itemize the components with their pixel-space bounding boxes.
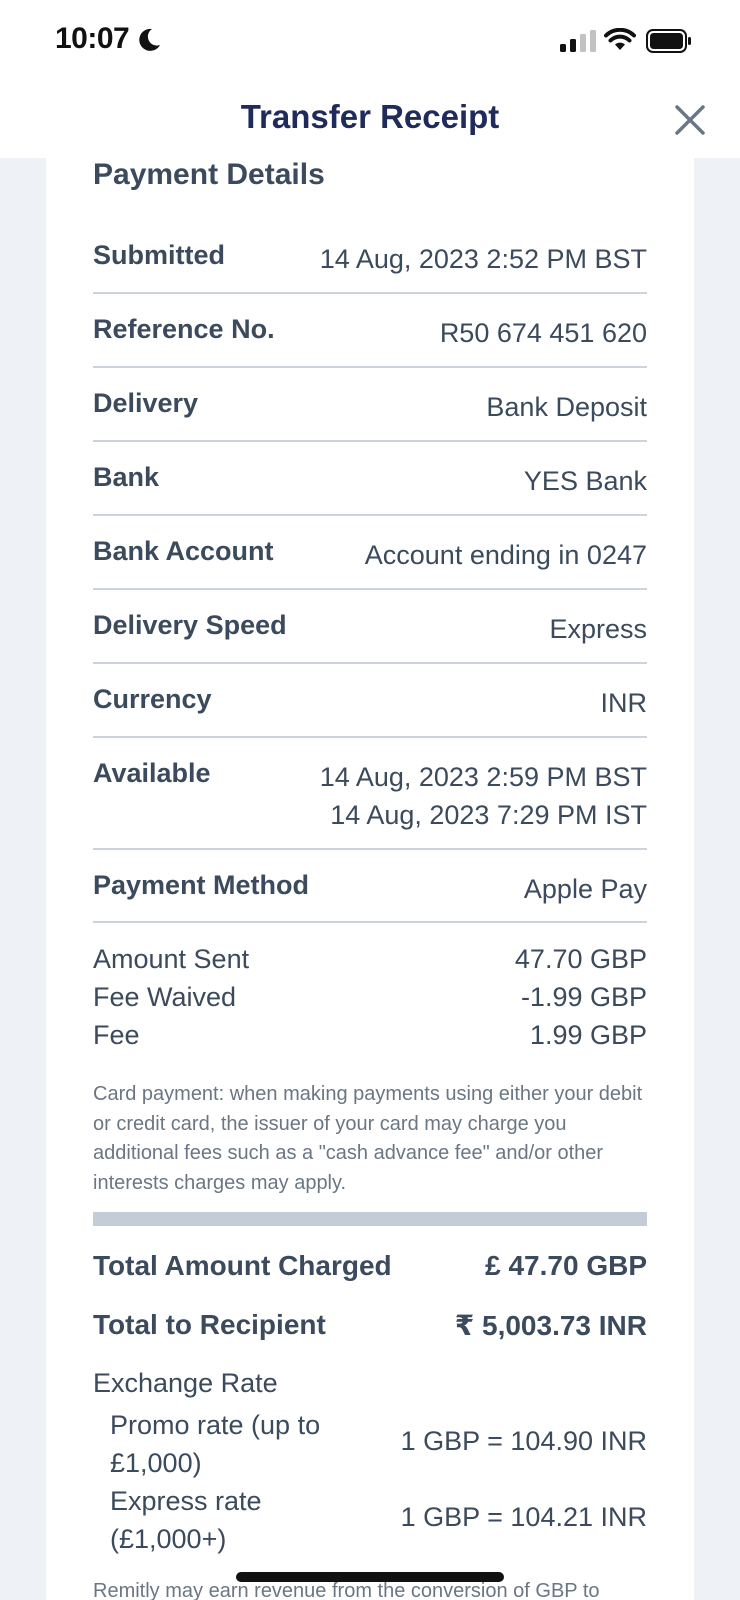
amount-label: Fee Waived bbox=[93, 982, 237, 1012]
detail-value: Account ending in 0247 bbox=[364, 540, 647, 570]
detail-value: 14 Aug, 2023 2:52 PM BST bbox=[319, 244, 647, 274]
wifi-icon bbox=[604, 28, 636, 50]
divider bbox=[93, 921, 647, 923]
total-recipient-value: ₹ 5,003.73 INR bbox=[454, 1310, 647, 1341]
divider bbox=[93, 588, 647, 590]
rate-label: Express rate (£1,000+) bbox=[110, 1486, 262, 1554]
divider bbox=[93, 662, 647, 664]
detail-value: Apple Pay bbox=[523, 874, 647, 904]
divider bbox=[93, 292, 647, 294]
divider bbox=[93, 366, 647, 368]
amount-row-fee-waived: Fee Waived -1.99 GBP bbox=[93, 982, 647, 1020]
detail-label: Currency bbox=[93, 684, 212, 714]
amount-row-sent: Amount Sent 47.70 GBP bbox=[93, 944, 647, 982]
detail-value: INR bbox=[600, 688, 648, 718]
amount-label: Fee bbox=[93, 1020, 140, 1050]
home-indicator[interactable] bbox=[236, 1572, 504, 1582]
status-time: 10:07 bbox=[55, 22, 130, 55]
detail-value: Express bbox=[549, 614, 647, 644]
amount-value: -1.99 GBP bbox=[520, 982, 647, 1012]
rate-value: 1 GBP = 104.90 INR bbox=[400, 1426, 647, 1456]
divider bbox=[93, 736, 647, 738]
battery-icon bbox=[646, 29, 691, 53]
detail-value: YES Bank bbox=[523, 466, 647, 496]
rate-label: Promo rate (up to £1,000) bbox=[110, 1410, 321, 1478]
detail-label: Delivery bbox=[93, 388, 199, 418]
section-divider bbox=[93, 1212, 647, 1226]
page-title: Transfer Receipt bbox=[240, 98, 500, 135]
amount-value: 1.99 GBP bbox=[529, 1020, 647, 1050]
divider bbox=[93, 514, 647, 516]
detail-label: Submitted bbox=[93, 240, 225, 270]
detail-label: Available bbox=[93, 758, 211, 788]
status-bar: 10:07 bbox=[0, 0, 740, 84]
detail-label: Bank bbox=[93, 462, 160, 492]
detail-value: Bank Deposit bbox=[486, 392, 647, 422]
header: Transfer Receipt bbox=[0, 84, 740, 158]
total-charged-label: Total Amount Charged bbox=[93, 1250, 392, 1281]
close-icon[interactable] bbox=[670, 100, 710, 140]
amount-row-fee: Fee 1.99 GBP bbox=[93, 1020, 647, 1058]
detail-label: Delivery Speed bbox=[93, 610, 287, 640]
amount-label: Amount Sent bbox=[93, 944, 250, 974]
divider bbox=[93, 848, 647, 850]
detail-label: Bank Account bbox=[93, 536, 274, 566]
total-charged-value: £ 47.70 GBP bbox=[485, 1250, 647, 1281]
detail-label: Reference No. bbox=[93, 314, 275, 344]
detail-value: R50 674 451 620 bbox=[439, 318, 647, 348]
rate-value: 1 GBP = 104.21 INR bbox=[400, 1502, 647, 1532]
moon-icon bbox=[139, 28, 160, 51]
detail-label: Payment Method bbox=[93, 870, 310, 900]
total-recipient-label: Total to Recipient bbox=[93, 1309, 326, 1340]
divider bbox=[93, 440, 647, 442]
amount-value: 47.70 GBP bbox=[514, 944, 647, 974]
payment-details-title: Payment Details bbox=[93, 158, 325, 191]
detail-value-secondary: 14 Aug, 2023 7:29 PM IST bbox=[330, 800, 647, 830]
exchange-rate-title: Exchange Rate bbox=[93, 1368, 278, 1398]
detail-value: 14 Aug, 2023 2:59 PM BST bbox=[319, 762, 647, 792]
card-payment-note: Card payment: when making payments using… bbox=[93, 1083, 643, 1194]
revenue-disclaimer: Remitly may earn revenue from the conver… bbox=[93, 1580, 600, 1600]
cellular-signal-icon bbox=[560, 30, 596, 52]
